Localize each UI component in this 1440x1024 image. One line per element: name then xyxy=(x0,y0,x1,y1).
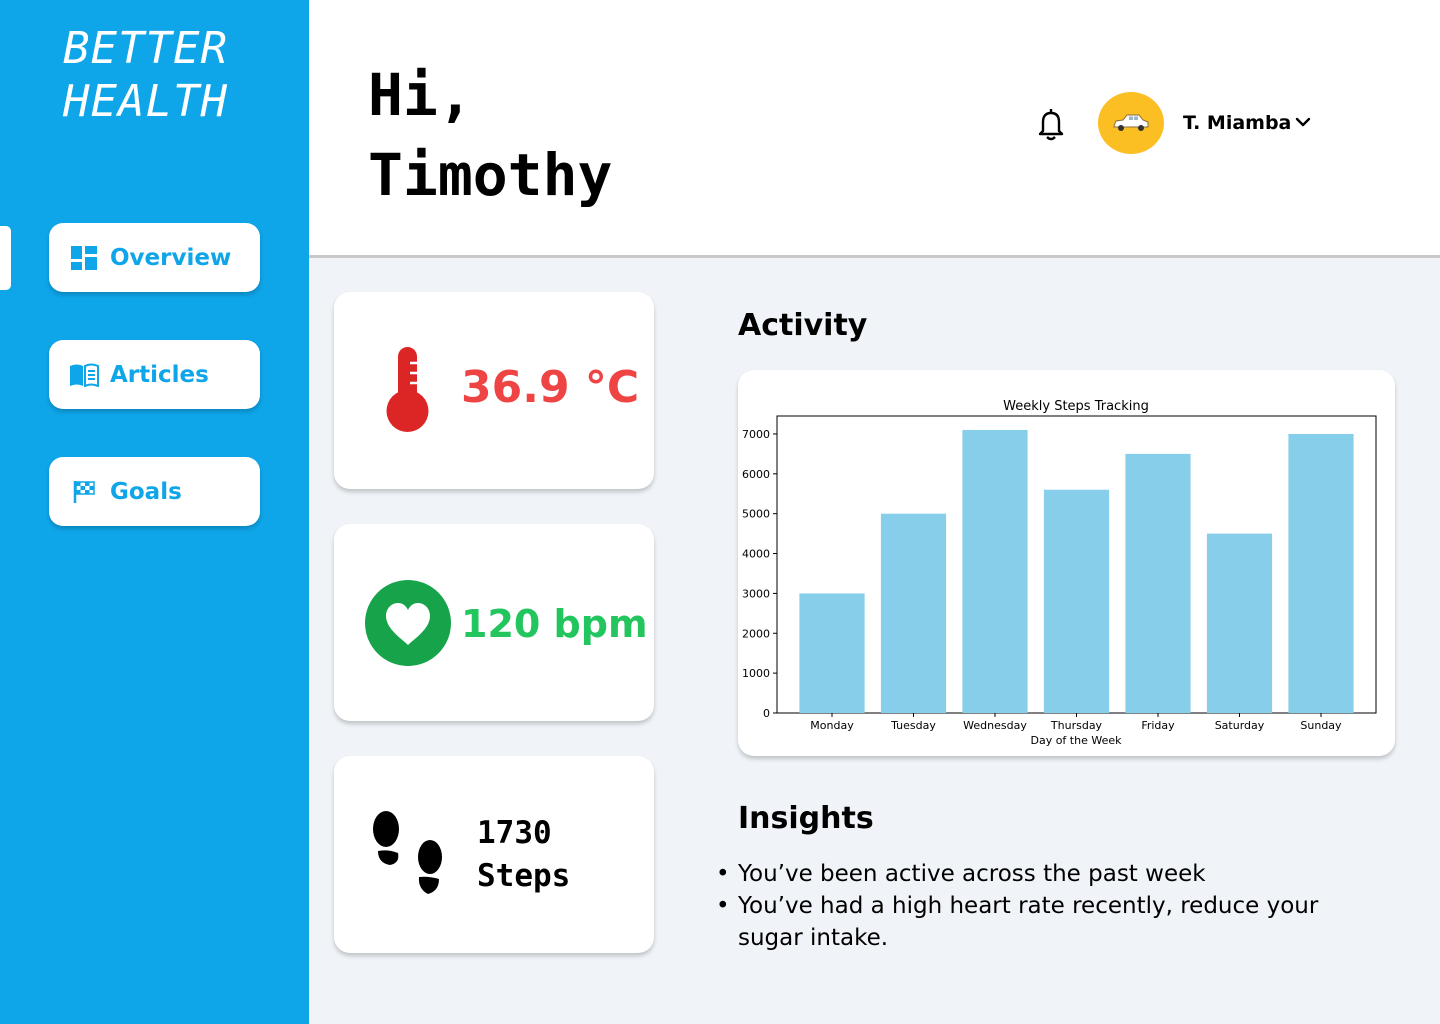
chart-y-tick-label: 5000 xyxy=(742,508,770,521)
chart-x-tick-label: Wednesday xyxy=(963,719,1027,732)
nav-overview-button[interactable]: Overview xyxy=(49,223,260,292)
steps-value: 1730 Steps xyxy=(477,815,571,894)
chart-x-tick-label: Sunday xyxy=(1300,719,1342,732)
chart-bar-saturday xyxy=(1206,533,1273,713)
chart-x-tick-label: Monday xyxy=(810,719,854,732)
chart-x-tick-label: Saturday xyxy=(1215,719,1265,732)
insight-item: You’ve been active across the past week xyxy=(716,858,1378,890)
bell-icon[interactable] xyxy=(1037,107,1065,141)
nav-goals-label: Goals xyxy=(110,478,182,505)
car-icon xyxy=(1113,114,1149,131)
insights-title: Insights xyxy=(738,801,874,836)
heart-rate-card: 120 bpm xyxy=(334,524,654,721)
steps-card: 1730 Steps xyxy=(334,756,654,953)
chart-y-tick-label: 7000 xyxy=(742,428,770,441)
chart-bar-sunday xyxy=(1288,433,1354,713)
chevron-down-icon[interactable] xyxy=(1294,113,1312,131)
chart-y-tick-label: 0 xyxy=(763,707,770,720)
chart-bar-thursday xyxy=(1043,489,1110,713)
chart-bar-monday xyxy=(799,593,865,713)
book-icon xyxy=(69,361,99,389)
temperature-card: 36.9 °C xyxy=(334,292,654,489)
activity-title: Activity xyxy=(738,308,868,343)
user-avatar[interactable] xyxy=(1098,92,1164,154)
dashboard-icon xyxy=(69,244,99,272)
user-name[interactable]: T. Miamba xyxy=(1183,112,1291,134)
header: Hi, Timothy T. Miamba xyxy=(309,0,1440,258)
chart-bar-tuesday xyxy=(880,513,947,713)
chart-y-tick-label: 3000 xyxy=(742,587,770,600)
nav-goals-button[interactable]: Goals xyxy=(49,457,260,526)
flag-icon xyxy=(69,478,99,506)
temperature-value: 36.9 °C xyxy=(461,362,640,413)
chart-y-tick-label: 1000 xyxy=(742,667,770,680)
chart-x-tick-label: Friday xyxy=(1141,719,1175,732)
weekly-steps-chart: Weekly Steps Tracking 0 1000 2000 3000 4000 5… xyxy=(742,399,1377,747)
sidebar: BETTER HEALTH Overview Articles Goals xyxy=(0,0,309,1024)
footprints-icon xyxy=(373,811,442,894)
heart-icon xyxy=(365,580,451,666)
thermometer-icon xyxy=(386,347,429,432)
chart-bar-wednesday xyxy=(962,429,1028,713)
nav-articles-button[interactable]: Articles xyxy=(49,340,260,409)
nav-articles-label: Articles xyxy=(110,361,209,388)
chart-y-tick-label: 6000 xyxy=(742,468,770,481)
active-nav-indicator xyxy=(0,226,11,290)
chart-x-tick-label: Tuesday xyxy=(890,719,936,732)
chart-y-tick-label: 4000 xyxy=(742,548,770,561)
insight-item: You’ve had a high heart rate recently, r… xyxy=(716,890,1378,954)
app-logo: BETTER HEALTH xyxy=(63,23,228,127)
greeting-text: Hi, Timothy xyxy=(368,61,613,209)
heart-rate-value: 120 bpm xyxy=(461,602,648,646)
chart-x-tick-label: Thursday xyxy=(1050,719,1103,732)
activity-chart-card: Weekly Steps Tracking 0 1000 2000 3000 4000 5… xyxy=(738,370,1395,756)
chart-title: Weekly Steps Tracking xyxy=(1003,399,1149,414)
insights-list: You’ve been active across the past week … xyxy=(716,858,1378,954)
chart-x-axis-label: Day of the Week xyxy=(1030,734,1122,747)
chart-bar-friday xyxy=(1125,453,1191,713)
chart-y-tick-label: 2000 xyxy=(742,627,770,640)
nav-overview-label: Overview xyxy=(110,244,232,271)
